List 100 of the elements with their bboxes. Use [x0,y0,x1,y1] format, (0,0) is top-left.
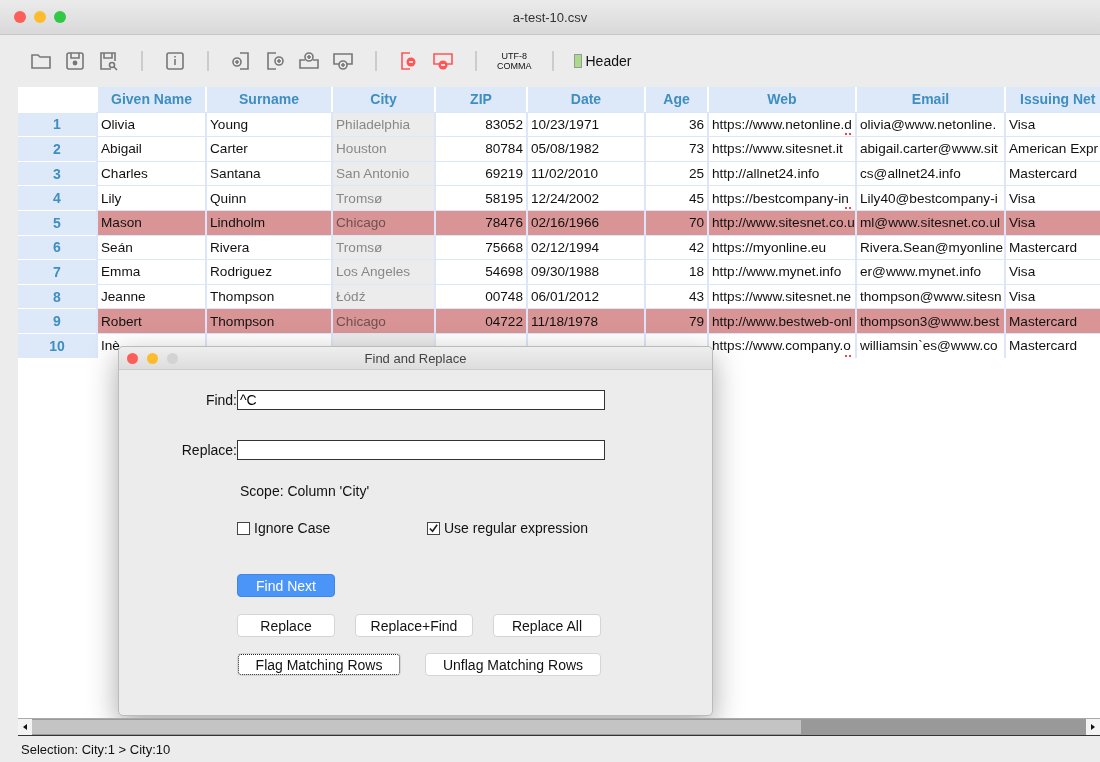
column-header[interactable]: Web [707,87,855,112]
table-cell: Lindholm [205,209,331,235]
table-cell: 09/30/1988 [526,259,644,284]
table-cell: Charles [96,160,205,186]
row-number[interactable]: 7 [18,259,96,284]
table-cell: 83052 [434,111,526,137]
column-header[interactable]: Issuing Net [1004,87,1100,112]
table-cell: Philadelphia [331,111,434,137]
table-cell: Mastercard [1004,234,1100,260]
row-number[interactable]: 2 [18,136,96,161]
table-cell: http://allnet24.info [707,160,855,186]
checkbox[interactable] [427,521,440,535]
table-cell: Mason [96,209,205,235]
find-field[interactable]: ^C [237,390,605,410]
table-cell: 25 [644,160,707,186]
table-cell: https://www.sitesnet.it [707,136,855,161]
column-header[interactable]: Given Name [96,87,205,112]
close-button[interactable] [127,352,138,364]
table-cell: 70 [644,209,707,235]
checkmark-icon [428,522,439,534]
table-cell: Visa [1004,259,1100,284]
row-number[interactable]: 6 [18,234,96,260]
table-cell: 05/08/1982 [526,136,644,161]
dialog-button[interactable]: Find Next [237,574,335,597]
column-header[interactable]: Age [644,87,707,112]
row-number[interactable]: 4 [18,185,96,210]
row-number[interactable]: 5 [18,209,96,235]
table-cell: Tromsø [331,185,434,210]
table-cell: Mastercard [1004,160,1100,186]
dialog-button[interactable]: Replace+Find [355,614,473,637]
table-cell: http://www.bestweb-onl [707,308,855,333]
overflow-marker [845,133,853,136]
table-cell: Rivera.Sean@myonline [855,234,1004,260]
option-label[interactable]: Ignore Case [254,520,331,536]
table-cell: 36 [644,111,707,137]
row-number[interactable]: 3 [18,160,96,186]
table-cell: 11/18/1978 [526,308,644,333]
table-cell: er@www.mynet.info [855,259,1004,284]
table-cell: Thompson [205,308,331,333]
table-cell: thompson3@www.best [855,308,1004,333]
column-header[interactable]: City [331,87,434,112]
scroll-right-icon[interactable] [1089,723,1097,731]
dialog-button[interactable]: Flag Matching Rows [237,653,401,676]
table-cell: Robert [96,308,205,333]
table-cell: Tromsø [331,234,434,260]
row-number[interactable]: 8 [18,283,96,309]
close-button[interactable] [14,11,26,23]
row-number[interactable]: 1 [18,111,96,137]
table-cell: Emma [96,259,205,284]
scope-text: Scope: Column 'City' [240,483,371,499]
table-cell: 02/16/1966 [526,209,644,235]
table-cell: 69219 [434,160,526,186]
horizontal-scrollbar[interactable] [18,718,1100,736]
table-cell: Olivia [96,111,205,137]
dialog-button[interactable]: Replace All [493,614,601,637]
column-header[interactable]: Email [855,87,1004,112]
table-cell: Mastercard [1004,308,1100,333]
overflow-marker [845,206,853,209]
replace-field[interactable] [237,440,605,460]
row-number[interactable]: 10 [18,332,96,358]
table-cell: Łódź [331,283,434,309]
checkbox[interactable] [237,521,250,535]
table-cell: Visa [1004,209,1100,235]
header-checkbox[interactable]: Header [573,53,632,69]
table-cell: 73 [644,136,707,161]
table-cell: Chicago [331,308,434,333]
table-cell: 79 [644,308,707,333]
table-cell: 54698 [434,259,526,284]
table-cell: olivia@www.netonline. [855,111,1004,137]
column-header[interactable]: Date [526,87,644,112]
table-cell: 18 [644,259,707,284]
status-text: Selection: City:1 > City:10 [20,740,172,759]
table-cell: http://www.mynet.info [707,259,855,284]
zoom-button[interactable] [54,11,66,23]
option-label[interactable]: Use regular expression [444,520,588,536]
table-cell: Chicago [331,209,434,235]
column-header[interactable]: Surname [205,87,331,112]
table-cell: American Expr [1004,136,1100,161]
dialog-button[interactable]: Replace [237,614,335,637]
find-label: Find: [204,392,237,408]
window-title: a-test-10.csv [512,9,588,25]
encoding-button[interactable]: UTF-8 COMMA [497,51,532,71]
column-header[interactable]: ZIP [434,87,526,112]
save-icon[interactable] [63,49,87,73]
info-icon[interactable] [163,49,187,73]
table-cell: http://www.sitesnet.co.u [707,209,855,235]
table-cell: 04722 [434,308,526,333]
table-cell: 75668 [434,234,526,260]
row-number[interactable]: 9 [18,308,96,333]
table-cell: Seán [96,234,205,260]
table-cell: https://myonline.eu [707,234,855,260]
table-cell: https://www.netonline.d [707,111,855,137]
table-cell: 02/12/1994 [526,234,644,260]
overflow-marker [845,354,853,357]
scroll-left-icon[interactable] [21,723,29,731]
table-cell: Visa [1004,111,1100,137]
table-cell: ml@www.sitesnet.co.ul [855,209,1004,235]
dialog-button[interactable]: Unflag Matching Rows [425,653,601,676]
replace-label: Replace: [180,442,237,458]
table-cell: 78476 [434,209,526,235]
